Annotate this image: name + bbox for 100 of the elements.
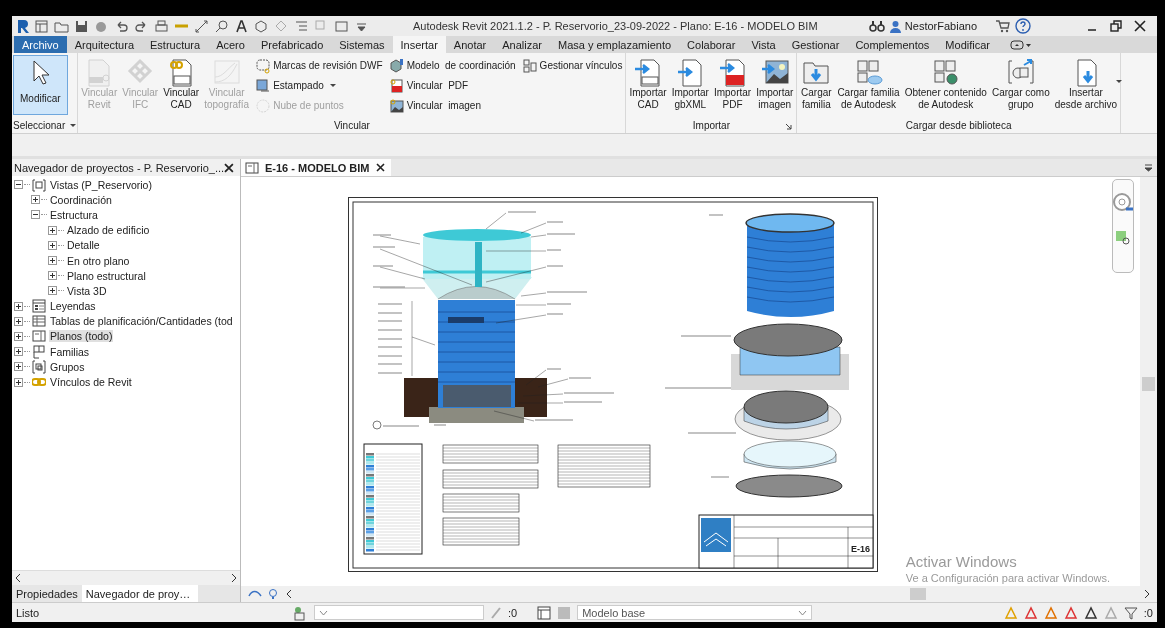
ribbon-button[interactable]: Obtener contenido de Autodesk — [902, 55, 989, 115]
close-icon[interactable] — [375, 163, 385, 172]
expander-icon[interactable] — [31, 210, 40, 220]
ribbon-button[interactable]: Importar CAD — [627, 55, 669, 115]
tree-item[interactable]: Vista 3D — [66, 284, 108, 297]
ribbon-button[interactable]: Cargar como grupo — [989, 55, 1052, 115]
ribbon-tab[interactable]: Modificar — [937, 36, 998, 53]
close-icon[interactable] — [1133, 19, 1147, 33]
tree-item[interactable]: Grupos — [49, 360, 86, 373]
tree-item[interactable]: Vínculos de Revit — [49, 376, 133, 389]
ribbon-tab[interactable]: Archivo — [14, 36, 67, 53]
design-option-dropdown[interactable]: Modelo base — [577, 605, 813, 620]
ribbon-button[interactable]: Insertar desde archivo — [1052, 55, 1119, 115]
ribbon-button[interactable]: Gestionar vínculos — [521, 57, 623, 74]
panel-toggle-icon[interactable] — [1010, 38, 1032, 51]
help-icon[interactable] — [1015, 18, 1031, 34]
expander-icon[interactable] — [14, 316, 23, 326]
ribbon-button[interactable]: Estampado — [255, 77, 383, 94]
ribbon-tab[interactable]: Colaborar — [679, 36, 744, 53]
dimension-icon[interactable] — [194, 18, 209, 34]
expander-icon[interactable] — [14, 180, 23, 190]
schedule-icon[interactable] — [537, 605, 552, 620]
view-tab[interactable]: E-16 - MODELO BIM — [241, 159, 391, 176]
tree-item[interactable]: Alzado de edificio — [66, 224, 151, 237]
tree-item[interactable]: Tablas de planificación/Cantidades (tod — [49, 315, 234, 328]
ribbon-button[interactable]: Vincular imagen — [388, 97, 516, 114]
ribbon-button[interactable]: Importar PDF — [711, 55, 754, 115]
ribbon-tab[interactable]: Masa y emplazamiento — [550, 36, 680, 53]
user-menu[interactable]: NestorFabiano — [888, 19, 991, 33]
tab-list-icon[interactable] — [1144, 163, 1153, 172]
app-logo-icon[interactable] — [16, 19, 30, 33]
steering-wheel-icon[interactable] — [1112, 192, 1134, 214]
ribbon-tab[interactable]: Arquitectura — [66, 36, 142, 53]
tree-item[interactable]: En otro plano — [66, 254, 131, 267]
family-icon — [32, 344, 46, 359]
tree-item[interactable]: Leyendas — [49, 300, 97, 313]
dialog-launcher-icon[interactable] — [785, 123, 793, 130]
panel-dropdown[interactable]: Seleccionar — [13, 120, 77, 131]
expander-icon[interactable] — [14, 377, 23, 387]
print-icon[interactable] — [154, 18, 169, 34]
expander-icon[interactable] — [14, 347, 23, 357]
panel-label: Vincular — [333, 120, 370, 131]
tree-item[interactable]: Familias — [49, 345, 91, 358]
expander-icon[interactable] — [14, 301, 23, 311]
ribbon-button[interactable]: Vincular CAD — [161, 55, 202, 115]
expander-icon[interactable] — [14, 362, 23, 372]
ribbon-tab[interactable]: Vista — [743, 36, 784, 53]
binoculars-icon[interactable] — [868, 19, 885, 33]
ribbon-tab[interactable]: Insertar — [392, 36, 446, 53]
filter-icon[interactable] — [1123, 605, 1138, 620]
ribbon-button[interactable]: Importar imagen — [754, 55, 796, 115]
scroll-thumb[interactable] — [1142, 377, 1155, 391]
ribbon-tab[interactable]: Acero — [208, 36, 253, 53]
expander-icon[interactable] — [48, 271, 57, 281]
scroll-right-icon[interactable] — [1144, 590, 1149, 598]
ribbon-button[interactable]: Modificar — [13, 55, 68, 115]
ribbon-button[interactable]: Vincular PDF — [388, 77, 516, 94]
ribbon-button[interactable]: Cargar familia — [798, 55, 835, 115]
panel-tab[interactable]: Propiedades — [12, 585, 82, 602]
bulb-icon[interactable] — [268, 588, 278, 600]
ribbon-button[interactable]: Modelo de coordinación — [388, 57, 516, 74]
ribbon-tab[interactable]: Prefabricado — [252, 36, 332, 53]
restore-icon[interactable] — [1109, 19, 1123, 33]
ribbon-tab[interactable]: Analizar — [494, 36, 550, 53]
links-manager-icon — [521, 57, 538, 74]
expander-icon[interactable] — [48, 225, 57, 235]
window-icon[interactable] — [34, 18, 49, 34]
tree-item[interactable]: Vistas (P_Reservorio) — [49, 178, 153, 191]
text-icon[interactable] — [234, 18, 249, 34]
save-icon[interactable] — [74, 18, 89, 34]
ribbon-tab[interactable]: Anotar — [445, 36, 495, 53]
close-icon[interactable] — [224, 162, 234, 173]
ribbon-tab[interactable]: Gestionar — [783, 36, 848, 53]
worksets-icon[interactable] — [292, 604, 308, 621]
scroll-thumb[interactable] — [910, 588, 926, 600]
ribbon-tab[interactable]: Sistemas — [331, 36, 393, 53]
expander-icon[interactable] — [48, 240, 57, 250]
panel-tab[interactable]: Navegador de proy… — [81, 585, 199, 602]
tree-item[interactable]: Plano estructural — [66, 269, 147, 282]
tree-item[interactable]: Planos (todo) — [49, 330, 114, 343]
expander-icon[interactable] — [31, 195, 40, 205]
ribbon-tab[interactable]: Estructura — [142, 36, 209, 53]
tree-item[interactable]: Coordinación — [49, 193, 113, 206]
zoom-region-icon[interactable] — [1115, 230, 1131, 246]
scroll-right-icon[interactable] — [231, 574, 236, 582]
cart-icon[interactable] — [995, 19, 1011, 33]
tree-item[interactable]: Detalle — [66, 239, 101, 252]
tree-item[interactable]: Estructura — [49, 208, 99, 221]
horizontal-scrollbar[interactable] — [12, 570, 240, 585]
scroll-left-icon[interactable] — [16, 574, 21, 582]
ribbon-button[interactable]: Importar gbXML — [669, 55, 711, 115]
expander-icon[interactable] — [48, 256, 57, 266]
legend-icon — [32, 299, 46, 314]
ribbon-tab[interactable]: Complementos — [847, 36, 938, 53]
expander-icon[interactable] — [48, 286, 57, 296]
expander-icon[interactable] — [14, 331, 23, 341]
ribbon-button[interactable]: Cargar familia de Autodesk — [835, 55, 902, 115]
point-cloud-icon — [255, 97, 272, 114]
scroll-left-icon[interactable] — [287, 590, 292, 598]
ribbon-button[interactable]: Marcas de revisión DWF — [255, 57, 383, 74]
